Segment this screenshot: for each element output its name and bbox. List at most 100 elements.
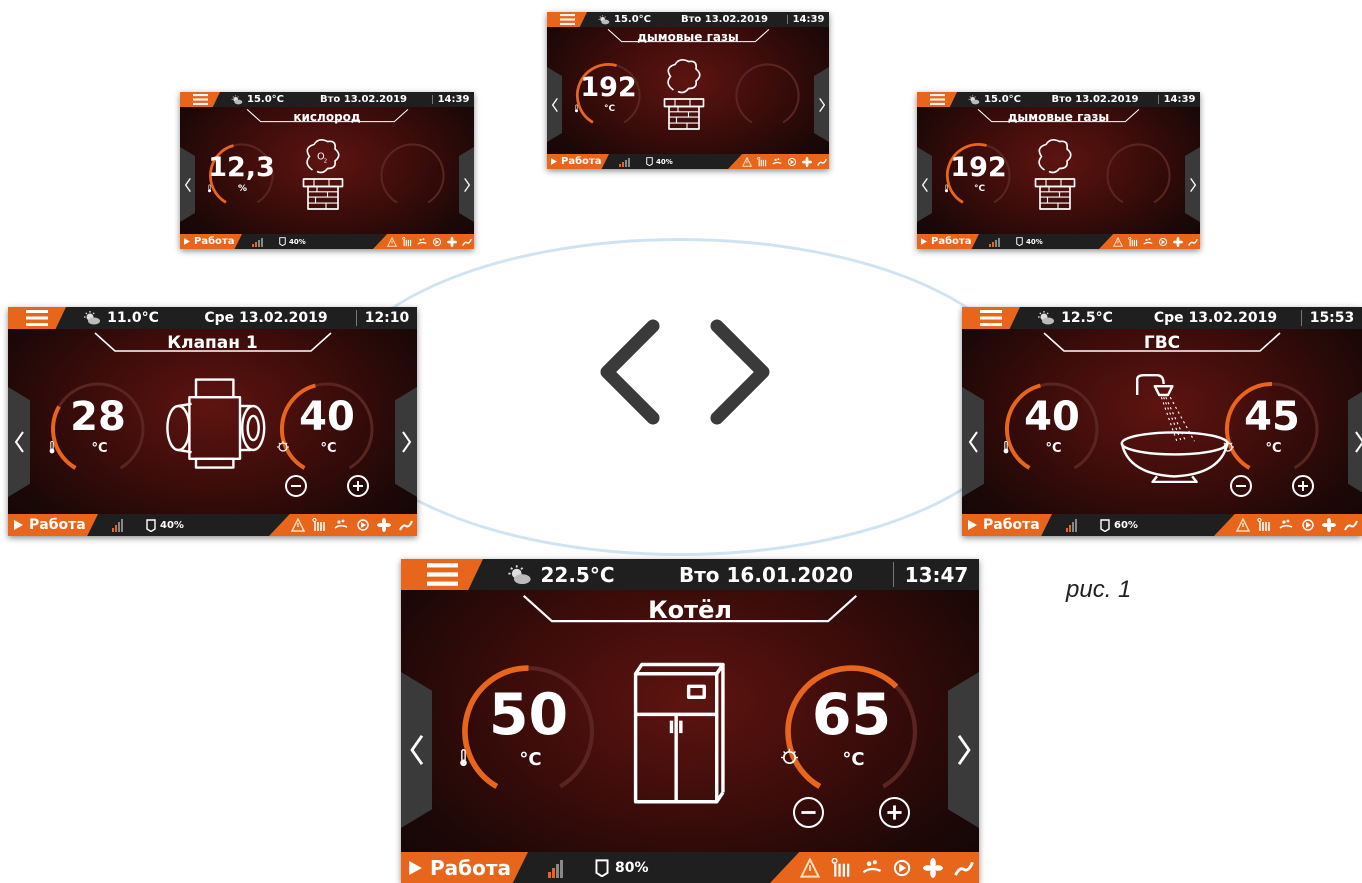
menu-button[interactable]	[401, 559, 483, 590]
hand-water-icon	[334, 518, 348, 532]
operation-mode-button[interactable]: Работа	[917, 234, 979, 249]
play-icon	[921, 238, 927, 245]
setpoint-value: 40	[299, 394, 355, 440]
next-screen-button[interactable]	[1348, 387, 1362, 497]
menu-button[interactable]	[8, 307, 66, 329]
weather-readout: 11.0°C	[66, 310, 176, 326]
current-value: 192	[580, 72, 637, 103]
operation-mode-label: Работа	[430, 855, 511, 880]
setpoint-decrease-button[interactable]	[1230, 475, 1252, 497]
next-screen-button[interactable]	[1185, 147, 1200, 222]
radiator-icon	[402, 236, 412, 247]
status-bar: Работа 40%	[547, 154, 829, 169]
prev-screen-button[interactable]	[8, 387, 30, 497]
prev-screen-button[interactable]	[917, 147, 932, 222]
outdoor-temperature: 15.0°C	[613, 14, 651, 25]
prev-screen-button[interactable]	[962, 387, 984, 497]
top-bar: 11.0°C Сре 13.02.2019 12:10	[8, 307, 417, 329]
status-bar: Работа 40%	[917, 234, 1200, 249]
outdoor-temperature: 11.0°C	[107, 310, 159, 326]
warning-triangle-icon	[800, 857, 821, 878]
current-unit-label: °C	[1045, 441, 1062, 456]
chimney-smoke-icon	[1025, 137, 1085, 216]
setpoint-increase-button[interactable]	[879, 797, 910, 828]
plus-circle-icon	[886, 804, 903, 821]
device-status-icons	[1099, 234, 1200, 249]
swipe-chevrons-icon	[600, 319, 770, 425]
bathtub-shower-icon	[1113, 373, 1234, 487]
menu-button[interactable]	[962, 307, 1020, 329]
setpoint-gauge: 45 °C	[1222, 379, 1322, 479]
weather-readout: 15.0°C	[587, 14, 662, 25]
menu-button[interactable]	[917, 92, 957, 107]
fuel-level-icon	[1016, 237, 1023, 246]
current-unit: %	[207, 184, 276, 194]
prev-screen-button[interactable]	[180, 147, 195, 222]
next-screen-button[interactable]	[814, 67, 829, 142]
signal-bar	[992, 241, 994, 247]
signal-bar	[625, 159, 627, 167]
current-unit: °C	[458, 749, 599, 770]
prev-screen-button[interactable]	[547, 67, 562, 142]
feeder-icon	[1187, 237, 1198, 247]
feeder-icon	[461, 237, 472, 247]
fuel-level-icon	[1100, 518, 1110, 532]
signal-bars-icon	[252, 237, 264, 247]
setpoint-decrease-button[interactable]	[793, 797, 824, 828]
signal-bars-icon	[1066, 518, 1078, 532]
chevron-left-icon	[409, 733, 425, 767]
prev-screen-button[interactable]	[401, 672, 432, 828]
operation-mode-label: Работа	[983, 517, 1040, 533]
fan-icon	[1172, 236, 1183, 247]
fan-icon	[922, 857, 943, 878]
signal-bar	[258, 239, 260, 247]
menu-button[interactable]	[180, 92, 220, 107]
fuel-level-value: 60%	[1114, 519, 1138, 531]
operation-mode-button[interactable]: Работа	[547, 154, 609, 169]
next-screen-button[interactable]	[395, 387, 417, 497]
operation-mode-button[interactable]: Работа	[401, 852, 528, 883]
current-gauge: 192 °C	[944, 141, 1013, 210]
current-unit: °C	[48, 441, 148, 456]
fuel-level-value: 40%	[160, 519, 184, 531]
device-status-icons	[728, 154, 829, 169]
fuel-level-icon	[279, 237, 286, 246]
fan-icon	[377, 518, 392, 532]
title-underline-decoration	[606, 28, 771, 47]
signal-bars-icon	[989, 237, 1001, 247]
control-screen-gvs: 12.5°C Сре 13.02.2019 15:53 ГВС 40 °C 45 °C Раб…	[962, 307, 1362, 536]
sun-cloud-icon	[83, 311, 101, 325]
signal-bar	[1069, 525, 1071, 532]
signal-bar	[556, 863, 559, 878]
signal-bar	[261, 237, 263, 247]
date-readout: Вто 13.02.2019	[1051, 94, 1139, 105]
signal-bar	[998, 237, 1000, 247]
play-icon	[14, 520, 23, 530]
title-underline-decoration	[520, 593, 860, 628]
fuel-level-value: 40%	[289, 237, 306, 246]
time-readout: 14:39	[792, 14, 825, 25]
hamburger-menu-icon	[929, 94, 945, 105]
next-screen-button[interactable]	[948, 672, 979, 828]
fuel-level: 40%	[279, 237, 306, 246]
figure-caption: рис. 1	[1066, 576, 1132, 603]
radiator-icon	[1257, 518, 1271, 532]
play-icon	[551, 158, 557, 165]
fuel-level-icon	[646, 157, 653, 166]
radiator-icon	[831, 857, 851, 878]
setpoint-decrease-button[interactable]	[285, 475, 307, 497]
setpoint-unit: °C	[781, 749, 922, 770]
feeder-icon	[816, 157, 827, 167]
time-readout: 14:39	[437, 94, 470, 105]
operation-mode-button[interactable]: Работа	[962, 514, 1052, 536]
signal-bar	[1072, 522, 1074, 532]
next-screen-button[interactable]	[459, 147, 474, 222]
title-underline-decoration	[1042, 331, 1282, 357]
minus-circle-icon	[1235, 480, 1247, 492]
setpoint-increase-button[interactable]	[1292, 475, 1314, 497]
operation-mode-button[interactable]: Работа	[8, 514, 98, 536]
menu-button[interactable]	[547, 12, 587, 27]
setpoint-increase-button[interactable]	[347, 475, 369, 497]
signal-bar	[548, 871, 551, 878]
operation-mode-button[interactable]: Работа	[180, 234, 242, 249]
